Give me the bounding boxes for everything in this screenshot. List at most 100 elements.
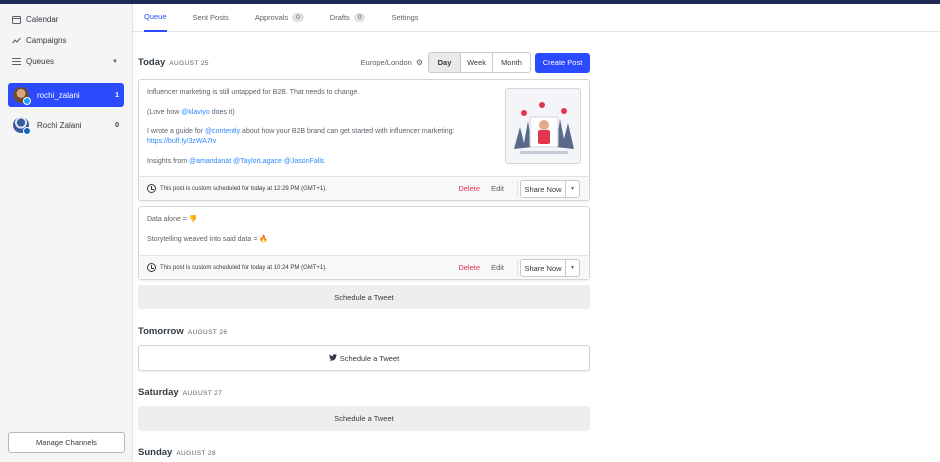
post-text-fragment: I wrote a guide for [147, 128, 205, 135]
post-text: (Love how @klaviyo does it) [147, 108, 493, 118]
avatar [13, 87, 31, 105]
nav-queues[interactable]: Queues ▼ [0, 51, 132, 72]
count-badge: 0 [292, 13, 304, 22]
post-text: Data alone = 👎 [147, 216, 198, 223]
day-date: AUGUST 26 [187, 329, 228, 336]
profile-rochi-zalani-twitter[interactable]: rochi_zalani 1 [8, 83, 124, 107]
divider [517, 181, 518, 197]
linkedin-badge-icon [23, 127, 31, 135]
queued-post: Data alone = 👎 Storytelling weaved into … [138, 206, 590, 280]
post-footer: This post is custom scheduled for today … [139, 176, 589, 200]
day-date: AUGUST 28 [176, 450, 216, 457]
manage-channels-button[interactable]: Manage Channels [8, 432, 125, 453]
tab-approvals[interactable]: Approvals 0 [255, 4, 304, 32]
nav-queues-label: Queues [26, 57, 55, 66]
day-date: AUGUST 27 [182, 390, 223, 397]
tab-settings[interactable]: Settings [391, 4, 418, 32]
nav-calendar[interactable]: Calendar [0, 9, 132, 30]
post-text-fragment: about how your B2B brand can get started… [240, 128, 455, 135]
profile-count: 1 [115, 91, 119, 99]
schedule-tweet-label: Schedule a Tweet [334, 414, 394, 423]
view-switcher: Day Week Month [428, 52, 531, 73]
day-date: AUGUST 25 [169, 60, 209, 67]
profile-name: Rochi Zalani [37, 120, 82, 130]
tab-drafts[interactable]: Drafts 0 [330, 4, 366, 32]
post-text: Storytelling weaved into said data = 🔥 [147, 235, 268, 243]
timezone-label[interactable]: Europe/London [361, 58, 412, 67]
schedule-tweet-slot[interactable]: Schedule a Tweet [138, 345, 590, 371]
chevron-down-icon[interactable]: ▼ [566, 260, 579, 276]
tab-label: Settings [391, 13, 419, 22]
day-header-saturday: Saturday AUGUST 27 [138, 387, 222, 398]
schedule-tweet-slot[interactable]: Schedule a Tweet [138, 285, 590, 309]
post-content: Influencer marketing is still untapped f… [139, 80, 589, 176]
nav-calendar-label: Calendar [26, 15, 59, 24]
day-header-sunday: Sunday AUGUST 28 [138, 447, 216, 458]
clock-icon [147, 184, 156, 193]
post-image-thumbnail[interactable] [505, 88, 581, 164]
twitter-badge-icon [23, 97, 31, 105]
divider [517, 260, 518, 276]
profile-count: 0 [115, 121, 119, 129]
view-day-button[interactable]: Day [429, 53, 461, 72]
day-name: Tomorrow [138, 326, 184, 337]
view-controls: Europe/London ⚙ Day Week Month Create Po… [361, 52, 590, 73]
post-text-fragment: does it) [209, 108, 235, 116]
post-content: Data alone = 👎 Storytelling weaved into … [139, 207, 589, 255]
clock-icon [147, 263, 156, 272]
avatar [13, 117, 31, 135]
queued-post: Influencer marketing is still untapped f… [138, 79, 590, 201]
trend-icon [12, 36, 21, 45]
mention-link[interactable]: @amandanat [189, 158, 231, 165]
post-text: I wrote a guide for @contently about how… [147, 127, 493, 147]
profile-rochi-zalani-linkedin[interactable]: Rochi Zalani 0 [8, 113, 124, 137]
day-name: Sunday [138, 447, 173, 458]
mention-link[interactable]: @TaylorLagace [233, 158, 282, 165]
post-text-fragment: Insights from [147, 157, 190, 165]
share-now-button[interactable]: Share Now [521, 181, 566, 197]
create-post-button[interactable]: Create Post [535, 52, 590, 73]
edit-button[interactable]: Edit [491, 263, 504, 272]
view-week-button[interactable]: Week [461, 53, 493, 72]
share-now-button[interactable]: Share Now [521, 260, 566, 276]
chevron-down-icon[interactable]: ▼ [566, 181, 579, 197]
share-now-button-group: Share Now ▼ [520, 259, 580, 277]
mention-link[interactable]: @contently [205, 128, 240, 135]
calendar-icon [12, 15, 21, 24]
url-link[interactable]: https://buff.ly/3zWA7tv [147, 138, 216, 145]
post-footer: This post is custom scheduled for today … [139, 255, 589, 279]
delete-button[interactable]: Delete [458, 263, 480, 272]
schedule-tweet-label: Schedule a Tweet [334, 292, 394, 302]
tab-label: Queue [144, 12, 167, 21]
day-header-today: Today AUGUST 25 [138, 57, 209, 68]
nav-campaigns[interactable]: Campaigns [0, 30, 132, 51]
tab-label: Approvals [254, 13, 289, 22]
tab-bar: Queue Sent Posts Approvals 0 Drafts 0 Sett… [133, 4, 940, 32]
post-text: Influencer marketing is still untapped f… [147, 89, 360, 96]
day-header-tomorrow: Tomorrow AUGUST 26 [138, 326, 227, 337]
twitter-bird-icon [328, 353, 337, 363]
mention-link[interactable]: @klaviyo [181, 109, 210, 116]
nav-campaigns-label: Campaigns [26, 36, 67, 45]
count-badge: 0 [353, 13, 366, 22]
edit-button[interactable]: Edit [491, 184, 504, 193]
day-name: Saturday [138, 387, 179, 398]
tab-label: Sent Posts [192, 13, 229, 22]
day-name: Today [138, 57, 166, 68]
schedule-tweet-slot[interactable]: Schedule a Tweet [138, 406, 590, 431]
gear-icon[interactable]: ⚙ [416, 58, 423, 67]
tab-queue[interactable]: Queue [144, 4, 167, 32]
schedule-tweet-label: Schedule a Tweet [339, 353, 400, 363]
view-month-button[interactable]: Month [493, 53, 530, 72]
tab-label: Drafts [329, 13, 350, 22]
tab-sent-posts[interactable]: Sent Posts [193, 4, 229, 32]
sidebar: Calendar Campaigns Queues ▼ rochi_zalani… [0, 4, 133, 462]
mention-link[interactable]: @JasonFalls [284, 158, 325, 165]
share-now-button-group: Share Now ▼ [520, 180, 580, 198]
profile-name: rochi_zalani [37, 90, 80, 100]
post-text-fragment: (Love how [147, 108, 182, 116]
schedule-note: This post is custom scheduled for today … [160, 264, 327, 271]
delete-button[interactable]: Delete [458, 184, 480, 193]
schedule-note: This post is custom scheduled for today … [160, 185, 327, 192]
chevron-down-icon[interactable]: ▼ [112, 59, 118, 65]
